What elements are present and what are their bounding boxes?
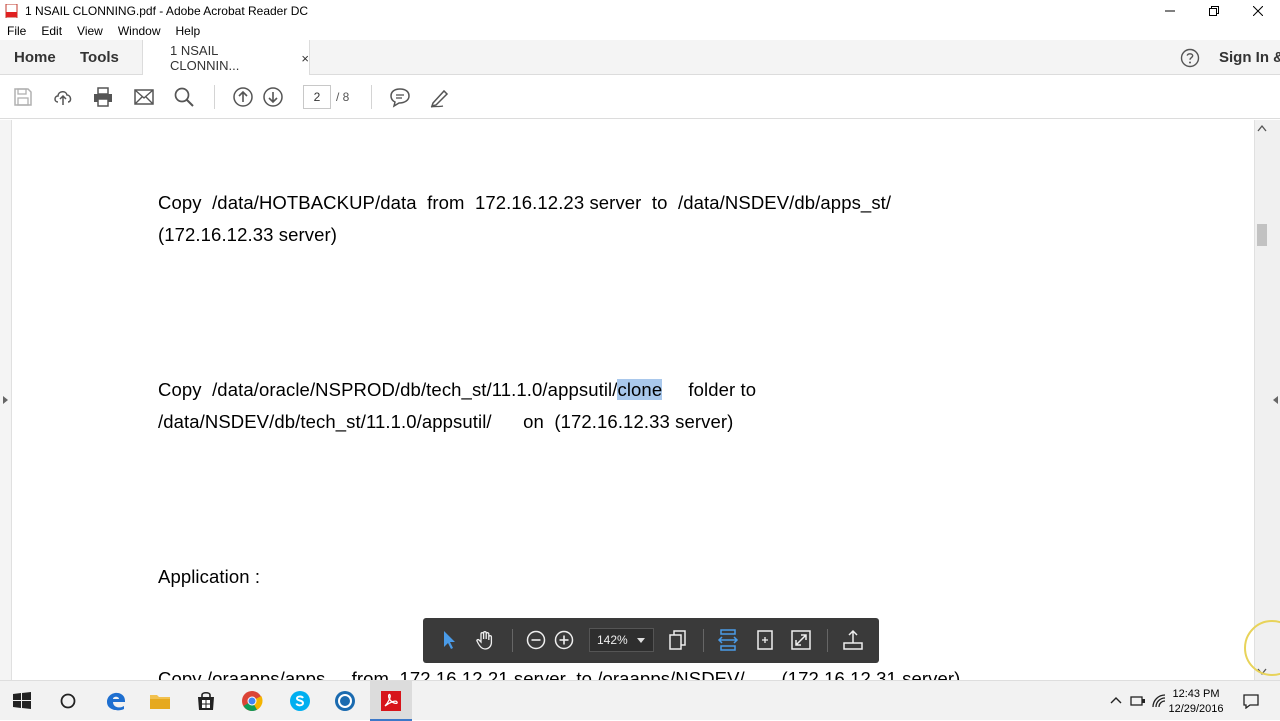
email-icon[interactable] [133, 86, 155, 108]
menu-bar: File Edit View Window Help [0, 22, 1280, 40]
zoom-level-value: 142% [597, 633, 628, 647]
menu-window[interactable]: Window [111, 24, 169, 38]
toolbar: 2 / 8 [0, 75, 1280, 119]
chevron-down-icon [637, 638, 645, 643]
edge-browser-icon[interactable] [104, 689, 128, 713]
search-icon[interactable] [173, 86, 195, 108]
skype-icon[interactable] [288, 689, 312, 713]
print-icon[interactable] [92, 86, 114, 108]
mouse-cursor-highlight [1244, 620, 1280, 676]
network-icon[interactable] [1130, 693, 1146, 709]
store-icon[interactable] [194, 689, 218, 713]
upload-cloud-icon[interactable] [52, 86, 74, 108]
toolbar-separator [214, 85, 215, 109]
toolbar-separator [371, 85, 372, 109]
comment-icon[interactable] [389, 86, 411, 108]
restore-icon [1209, 6, 1219, 16]
chevron-up-icon[interactable] [1108, 693, 1124, 709]
tab-home[interactable]: Home [14, 40, 56, 75]
scrollbar-thumb[interactable] [1257, 224, 1267, 246]
close-icon [1253, 6, 1263, 16]
chrome-icon[interactable] [240, 689, 264, 713]
menu-edit[interactable]: Edit [34, 24, 70, 38]
full-screen-icon[interactable] [790, 629, 812, 651]
left-panel-toggle[interactable] [0, 120, 12, 680]
fit-width-icon[interactable] [717, 629, 739, 651]
hand-tool-icon[interactable] [474, 629, 496, 651]
clock-time: 12:43 PM [1172, 688, 1220, 700]
clock-date: 12/29/2016 [1168, 703, 1224, 715]
scroll-up-icon[interactable] [1257, 124, 1267, 132]
window-controls [1148, 0, 1280, 22]
float-separator [703, 629, 704, 652]
paragraph-2-line-2: /data/NSDEV/db/tech_st/11.1.0/appsutil/ … [158, 411, 734, 432]
paragraph-1-line-2: (172.16.12.33 server) [158, 224, 337, 245]
float-separator [827, 629, 828, 652]
next-page-icon[interactable] [262, 86, 284, 108]
page-view-icon[interactable] [667, 629, 689, 651]
cortana-search-icon[interactable] [56, 689, 80, 713]
expand-right-icon[interactable] [1273, 396, 1278, 404]
save-icon[interactable] [12, 86, 34, 108]
paragraph-1-line-1: Copy /data/HOTBACKUP/data from 172.16.12… [158, 192, 892, 213]
file-explorer-icon[interactable] [148, 689, 172, 713]
section-heading: Application : [158, 566, 261, 587]
menu-file[interactable]: File [0, 24, 34, 38]
windows-taskbar: 12:43 PM 12/29/2016 [0, 680, 1280, 721]
zoom-in-icon[interactable] [553, 629, 575, 651]
window-title: 1 NSAIL CLONNING.pdf - Adobe Acrobat Rea… [25, 4, 309, 18]
minimize-icon [1165, 10, 1175, 12]
previous-page-icon[interactable] [232, 86, 254, 108]
fit-page-icon[interactable] [754, 629, 776, 651]
minimize-button[interactable] [1148, 0, 1192, 22]
help-icon[interactable] [1180, 48, 1200, 68]
pdf-file-icon [5, 4, 18, 18]
paragraph-2-suffix: folder to [662, 379, 757, 400]
paragraph-2-prefix: Copy /data/oracle/NSPROD/db/tech_st/11.1… [158, 379, 618, 400]
tab-document-label: 1 NSAIL CLONNIN... [170, 43, 240, 73]
paragraph-2-line-1: Copy /data/oracle/NSPROD/db/tech_st/11.1… [158, 379, 756, 401]
tab-tools[interactable]: Tools [80, 40, 119, 75]
document-viewer[interactable]: Copy /data/HOTBACKUP/data from 172.16.12… [0, 120, 1280, 680]
system-clock[interactable]: 12:43 PM 12/29/2016 [1164, 687, 1228, 717]
menu-view[interactable]: View [70, 24, 111, 38]
notification-icon[interactable] [1243, 693, 1259, 709]
sign-in-link[interactable]: Sign In & [1219, 40, 1280, 75]
restore-button[interactable] [1192, 0, 1236, 22]
acrobat-icon [381, 691, 401, 711]
pen-icon[interactable] [429, 86, 451, 108]
app-circle-icon[interactable] [333, 689, 357, 713]
page-number-input[interactable]: 2 [303, 85, 331, 109]
menu-help[interactable]: Help [169, 24, 209, 38]
selected-text[interactable]: clone [617, 379, 663, 400]
title-bar: 1 NSAIL CLONNING.pdf - Adobe Acrobat Rea… [0, 0, 1280, 22]
expand-left-icon [3, 396, 8, 404]
page-total: / 8 [336, 90, 350, 104]
export-icon[interactable] [842, 629, 864, 651]
tab-bar: Home Tools 1 NSAIL CLONNIN... × Sign In … [0, 40, 1280, 76]
zoom-out-icon[interactable] [525, 629, 547, 651]
zoom-level-dropdown[interactable]: 142% [589, 628, 654, 652]
paragraph-3-line-1: Copy /oraapps/apps from 172.16.12.21 ser… [158, 668, 961, 680]
tab-close-button[interactable]: × [301, 51, 309, 66]
windows-start-icon[interactable] [10, 689, 34, 713]
close-window-button[interactable] [1236, 0, 1280, 22]
float-separator [512, 629, 513, 652]
select-cursor-icon[interactable] [438, 629, 460, 651]
tab-document[interactable]: 1 NSAIL CLONNIN... × [142, 40, 310, 76]
